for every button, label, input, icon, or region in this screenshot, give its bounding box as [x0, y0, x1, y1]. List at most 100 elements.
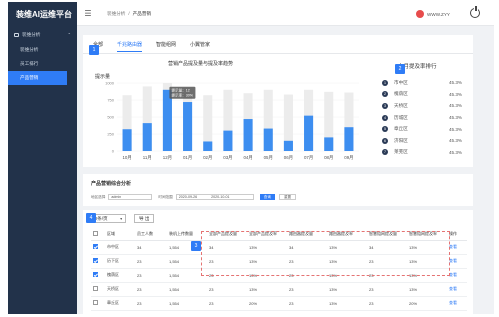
table-row: 市中区 34 1,554 34 13% 34 13% 34 13% 查看	[91, 240, 467, 255]
date-from: 2020-09-26	[178, 195, 198, 199]
table-cell: 1,554	[167, 268, 207, 283]
table-cell: 1,554	[167, 296, 207, 311]
table-cell: 13%	[407, 268, 447, 283]
table-cell: 13%	[247, 240, 287, 255]
table-cell: 23	[207, 296, 247, 311]
rank-value: 45.3%	[448, 80, 462, 86]
tab-xiaoyi-butler[interactable]: 小翼管家	[190, 41, 210, 52]
column-header: 装机上传数量	[167, 228, 207, 241]
row-checkbox[interactable]	[93, 286, 98, 291]
view-link[interactable]: 查看	[447, 268, 467, 283]
section-title: 产品营销综合分析	[91, 181, 132, 187]
rank-value: 45.3%	[448, 149, 462, 155]
bar	[263, 128, 273, 151]
table-cell: 23	[207, 254, 247, 269]
date-range-input[interactable]: 2020-09-26 2020-10-01	[175, 194, 254, 200]
table-cell: 23	[367, 268, 407, 283]
breadcrumb: 装维分析 / 产品营销	[107, 11, 151, 17]
column-header: 操作	[447, 228, 467, 241]
bar	[142, 123, 152, 151]
tab-gigabit-router[interactable]: 千兆路由器	[117, 41, 143, 52]
table-cell: 23	[135, 296, 167, 311]
user-menu[interactable]: WWW.ZYY	[416, 10, 450, 18]
sidebar-item-analysis[interactable]: 装维分析	[8, 43, 77, 57]
row-checkbox[interactable]	[93, 272, 98, 277]
rank-value: 45.3%	[448, 91, 462, 97]
app-title: 装维AI运维平台	[16, 9, 72, 19]
ranking-row: 2 槐荫区 45.3%	[382, 89, 462, 101]
sidebar-item-product-marketing[interactable]: 产品营销	[8, 71, 67, 85]
row-checkbox[interactable]	[93, 300, 98, 305]
ranking-row: 5 章丘区 45.3%	[382, 123, 462, 135]
reset-button[interactable]: 重置	[278, 194, 297, 200]
bar	[243, 119, 253, 151]
view-link[interactable]: 查看	[447, 296, 467, 311]
tooltip-line: 提示量：12	[171, 87, 189, 92]
annotation-marker-2: 2	[395, 64, 405, 74]
column-header: 路由器提及率	[327, 228, 367, 241]
row-select[interactable]	[91, 254, 105, 269]
row-checkbox[interactable]	[93, 258, 98, 263]
rank-value: 45.3%	[448, 115, 462, 121]
table-cell: 13%	[327, 296, 367, 311]
table-cell: 1,554	[167, 254, 207, 269]
table-cell: 23	[287, 268, 327, 283]
table-cell: 13%	[247, 282, 287, 297]
x-tick-label: 03月	[223, 155, 232, 161]
table-cell: 23	[367, 254, 407, 269]
row-select[interactable]	[91, 296, 105, 311]
x-tick-label: 12月	[163, 155, 172, 161]
sidebar-item-staff-ranking[interactable]: 员工排行	[8, 57, 77, 71]
row-checkbox[interactable]	[93, 244, 98, 249]
bar-chart: 0 250 500 750 1000 10月 11月 12月 01月 02月 03月 04月 05月 06…	[105, 80, 359, 161]
bar	[183, 102, 193, 151]
view-link[interactable]: 查看	[447, 254, 467, 269]
tab-smart-networking[interactable]: 智能组网	[156, 41, 176, 52]
y-tick-label: 500	[107, 114, 114, 119]
table-cell: 34	[367, 240, 407, 255]
search-button[interactable]: 查询	[259, 194, 275, 200]
export-button[interactable]: 导 出	[134, 214, 155, 223]
table-cell: 23	[367, 282, 407, 297]
area-label: 地区选择	[91, 194, 106, 199]
filter-card: 产品营销综合分析 地区选择 admin 时间范围 2020-09-26 2020…	[83, 174, 473, 206]
select-all-checkbox[interactable]	[93, 230, 98, 236]
select-all-header[interactable]	[91, 228, 105, 241]
table-cell: 23	[135, 254, 167, 269]
view-link[interactable]: 查看	[447, 282, 467, 297]
rank-area: 槐荫区	[394, 91, 408, 97]
bar	[344, 127, 354, 151]
table-cell: 天桥区	[105, 282, 135, 297]
area-select[interactable]: admin	[108, 194, 153, 200]
rank-area: 济阳区	[394, 137, 408, 143]
y-tick-label: 250	[107, 131, 114, 136]
data-table: 区域 员工人数 装机上传数量 全部产品提及量 全部产品提及率 路由器提及量 路由…	[91, 228, 467, 311]
rank-value: 45.3%	[448, 126, 462, 132]
row-select[interactable]	[91, 282, 105, 297]
table-cell: 13%	[327, 240, 367, 255]
table-cell: 13%	[247, 254, 287, 269]
row-select[interactable]	[91, 268, 105, 283]
power-icon[interactable]	[470, 6, 480, 18]
row-select[interactable]	[91, 240, 105, 255]
bar	[122, 129, 132, 151]
column-header: 全部产品提及量	[207, 228, 247, 241]
ranking-row: 7 莱芜区 45.3%	[382, 147, 462, 159]
rank-number: 6	[382, 137, 388, 144]
table-cell: 13%	[407, 282, 447, 297]
view-link[interactable]: 查看	[447, 240, 467, 255]
menu-icon[interactable]: ☰	[77, 9, 99, 18]
tooltip-line: 提示率：30%	[171, 92, 193, 97]
breadcrumb-current: 产品营销	[132, 10, 152, 16]
table-cell: 23	[287, 282, 327, 297]
filter-bar: 地区选择 admin 时间范围 2020-09-26 2020-10-01 查询…	[91, 194, 297, 200]
breadcrumb-item[interactable]: 装维分析	[107, 11, 125, 16]
trend-card: 全部 千兆路由器 智能组网 小翼管家 营销产品提及量与提及率趋势 提示量 025…	[83, 35, 473, 167]
sidebar-group-analysis[interactable]: 装维分析 ⌃	[8, 26, 77, 43]
annotation-marker-1: 1	[89, 45, 99, 55]
x-tick-label: 08月	[324, 155, 333, 161]
column-header: 区域	[105, 228, 135, 241]
top-bar: ☰ 装维分析 / 产品营销 WWW.ZYY	[77, 2, 494, 26]
table-row: 天桥区 23 1,554 23 13% 23 13% 23 13% 查看	[91, 282, 467, 297]
annotation-marker-3: 3	[191, 241, 201, 251]
